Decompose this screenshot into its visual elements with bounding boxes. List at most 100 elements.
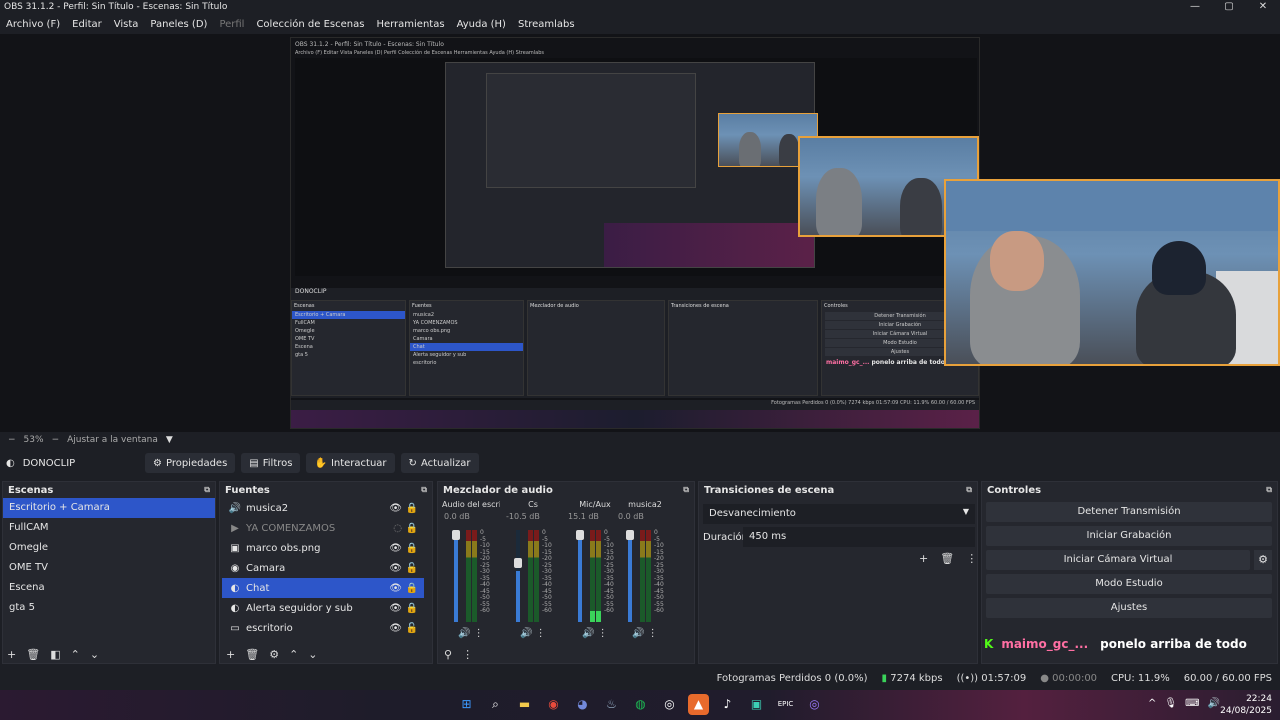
volume-knob[interactable] bbox=[576, 530, 584, 540]
scene-item[interactable]: FullCAM bbox=[3, 518, 215, 538]
eye-icon[interactable]: 👁 bbox=[389, 503, 402, 514]
source-item[interactable]: ◉ Camara 👁 🔓 bbox=[222, 558, 424, 578]
menu-perfil[interactable]: Perfil bbox=[213, 19, 250, 30]
scene-item[interactable]: gta 5 bbox=[3, 598, 215, 618]
lock-icon[interactable]: 🔒 bbox=[406, 603, 418, 614]
eye-icon[interactable]: 👁 bbox=[389, 543, 402, 554]
zoom-in-icon[interactable]: − bbox=[52, 435, 60, 445]
menu-archivo[interactable]: Archivo (F) bbox=[0, 19, 66, 30]
refresh-button[interactable]: ↻ Actualizar bbox=[400, 453, 479, 473]
source-item[interactable]: ▭ escritorio 👁 🔓 bbox=[222, 618, 424, 638]
clock[interactable]: 22:24 24/08/2025 bbox=[1220, 693, 1272, 717]
add-icon[interactable]: + bbox=[7, 648, 16, 661]
source-item[interactable]: ◐ Alerta seguidor y sub 👁 🔒 bbox=[222, 598, 424, 618]
scene-item[interactable]: Escritorio + Camara bbox=[3, 498, 215, 518]
chat-app-icon[interactable]: ▣ bbox=[746, 694, 767, 715]
add-icon[interactable]: + bbox=[226, 648, 235, 661]
more-icon[interactable]: ⋮ bbox=[648, 628, 658, 639]
volume-slider[interactable] bbox=[578, 530, 582, 622]
menu-streamlabs[interactable]: Streamlabs bbox=[512, 19, 581, 30]
scene-item[interactable]: Escena bbox=[3, 578, 215, 598]
undock-icon[interactable]: ⧉ bbox=[683, 485, 689, 495]
undock-icon[interactable]: ⧉ bbox=[421, 485, 427, 495]
more-icon[interactable]: ⋮ bbox=[598, 628, 608, 639]
settings-button[interactable]: Ajustes bbox=[986, 598, 1272, 618]
source-item[interactable]: ◐ Chat 👁 🔒 bbox=[222, 578, 424, 598]
undock-icon[interactable]: ⧉ bbox=[204, 485, 210, 495]
down-icon[interactable]: ⌄ bbox=[90, 648, 99, 661]
windows-start-icon[interactable]: ⊞ bbox=[456, 694, 477, 715]
mic-icon[interactable]: 🎙 bbox=[1164, 698, 1177, 709]
volume-slider[interactable] bbox=[628, 530, 632, 622]
obs-icon[interactable]: ◎ bbox=[659, 694, 680, 715]
link-icon[interactable]: ⚲ bbox=[444, 648, 452, 661]
gear-icon[interactable]: ⚙ bbox=[1254, 550, 1272, 570]
lock-icon[interactable]: 🔒 bbox=[406, 503, 418, 514]
filter-icon[interactable]: ◧ bbox=[50, 648, 60, 661]
eye-icon[interactable]: 👁 bbox=[389, 623, 402, 634]
undock-icon[interactable]: ⧉ bbox=[966, 485, 972, 495]
gear-icon[interactable]: ⚙ bbox=[269, 648, 279, 661]
eye-hidden-icon[interactable]: ◌ bbox=[393, 523, 402, 534]
eye-icon[interactable]: 👁 bbox=[389, 563, 402, 574]
speaker-icon[interactable]: 🔊 bbox=[582, 628, 594, 639]
speaker-icon[interactable]: 🔊 bbox=[458, 628, 470, 639]
filters-button[interactable]: ▤ Filtros bbox=[241, 453, 301, 473]
eye-icon[interactable]: 👁 bbox=[389, 603, 402, 614]
trash-icon[interactable]: 🗑 bbox=[245, 648, 259, 661]
speaker-icon[interactable]: 🔊 bbox=[632, 628, 644, 639]
source-item[interactable]: ▣ marco obs.png 👁 🔒 bbox=[222, 538, 424, 558]
source-item[interactable]: ▶ YA COMENZAMOS ◌ 🔒 bbox=[222, 518, 424, 538]
interact-button[interactable]: ✋ Interactuar bbox=[306, 453, 395, 473]
speaker-icon[interactable]: 🔊 bbox=[520, 628, 532, 639]
volume-knob[interactable] bbox=[514, 558, 522, 568]
lock-icon[interactable]: 🔒 bbox=[406, 583, 418, 594]
volume-slider[interactable] bbox=[454, 530, 458, 622]
menu-coleccion-escenas[interactable]: Colección de Escenas bbox=[250, 19, 370, 30]
menu-herramientas[interactable]: Herramientas bbox=[370, 19, 450, 30]
volume-knob[interactable] bbox=[452, 530, 460, 540]
more-icon[interactable]: ⋮ bbox=[966, 552, 977, 565]
tiktok-icon[interactable]: ♪ bbox=[717, 694, 738, 715]
chrome-icon[interactable]: ◉ bbox=[543, 694, 564, 715]
app-circle-icon[interactable]: ◎ bbox=[804, 694, 825, 715]
down-icon[interactable]: ⌄ bbox=[308, 648, 317, 661]
start-virtual-cam-button[interactable]: Iniciar Cámara Virtual bbox=[986, 550, 1250, 570]
trash-icon[interactable]: 🗑 bbox=[26, 648, 40, 661]
up-icon[interactable]: ⌃ bbox=[71, 648, 80, 661]
close-button[interactable]: ✕ bbox=[1246, 0, 1280, 14]
spotify-icon[interactable]: ◍ bbox=[630, 694, 651, 715]
folder-icon[interactable]: ▬ bbox=[514, 694, 535, 715]
unlock-icon[interactable]: 🔓 bbox=[406, 623, 418, 634]
menu-paneles[interactable]: Paneles (D) bbox=[144, 19, 213, 30]
more-icon[interactable]: ⋮ bbox=[474, 628, 484, 639]
zoom-out-icon[interactable]: − bbox=[8, 435, 16, 445]
scene-item[interactable]: Omegle bbox=[3, 538, 215, 558]
minimize-button[interactable]: — bbox=[1178, 0, 1212, 14]
menu-editar[interactable]: Editar bbox=[66, 19, 108, 30]
duration-input[interactable]: 450 ms bbox=[743, 527, 975, 547]
eye-icon[interactable]: 👁 bbox=[389, 583, 402, 594]
trash-icon[interactable]: 🗑 bbox=[940, 552, 954, 565]
menu-ayuda[interactable]: Ayuda (H) bbox=[451, 19, 512, 30]
properties-button[interactable]: ⚙ Propiedades bbox=[145, 453, 236, 473]
maximize-button[interactable]: ▢ bbox=[1212, 0, 1246, 14]
transition-select[interactable]: Desvanecimiento ▼ bbox=[703, 504, 975, 524]
menu-vista[interactable]: Vista bbox=[108, 19, 145, 30]
add-icon[interactable]: + bbox=[919, 552, 928, 565]
discord-icon[interactable]: ◕ bbox=[572, 694, 593, 715]
steam-icon[interactable]: ♨ bbox=[601, 694, 622, 715]
volume-knob[interactable] bbox=[626, 530, 634, 540]
chevron-up-icon[interactable]: ^ bbox=[1148, 698, 1156, 709]
stop-stream-button[interactable]: Detener Transmisión bbox=[986, 502, 1272, 522]
source-item[interactable]: 🔊 musica2 👁 🔒 bbox=[222, 498, 424, 518]
more-icon[interactable]: ⋮ bbox=[462, 648, 473, 661]
scene-item[interactable]: OME TV bbox=[3, 558, 215, 578]
search-icon[interactable]: ⌕ bbox=[485, 694, 506, 715]
volume-icon[interactable]: 🔊 bbox=[1208, 698, 1220, 709]
lock-icon[interactable]: 🔒 bbox=[406, 523, 418, 534]
app-orange-icon[interactable]: ▲ bbox=[688, 694, 709, 715]
undock-icon[interactable]: ⧉ bbox=[1266, 485, 1272, 495]
more-icon[interactable]: ⋮ bbox=[536, 628, 546, 639]
zoom-dropdown-icon[interactable]: ▼ bbox=[166, 435, 173, 445]
